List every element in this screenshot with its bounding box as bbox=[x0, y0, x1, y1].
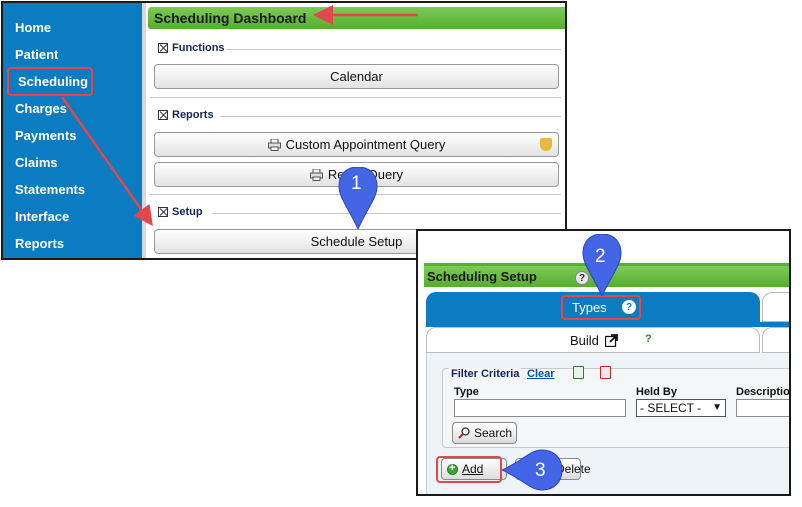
step-marker-3 bbox=[502, 449, 563, 491]
annotation-arrows bbox=[60, 5, 418, 227]
step-number: 3 bbox=[535, 460, 546, 481]
arrow-to-schedule-setup bbox=[60, 96, 153, 227]
step-number: 2 bbox=[595, 246, 606, 267]
step-number: 1 bbox=[351, 173, 362, 194]
